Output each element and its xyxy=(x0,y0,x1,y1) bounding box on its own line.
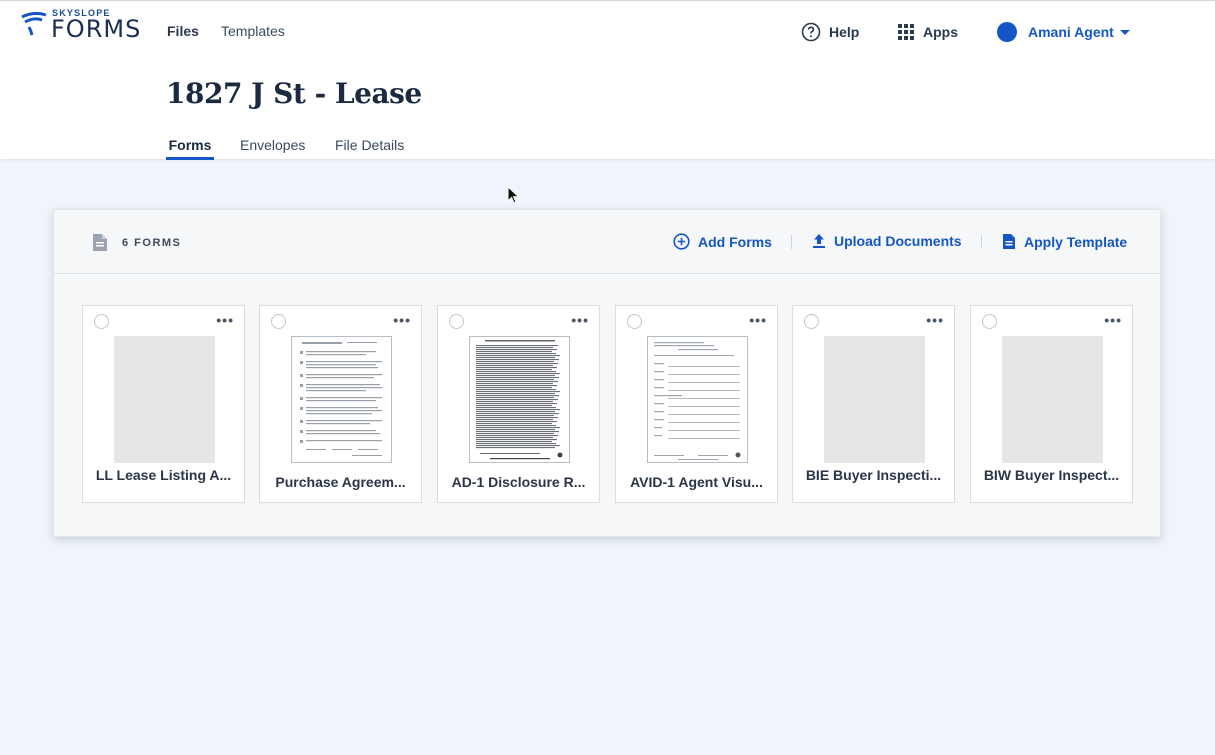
checkbox-icon[interactable] xyxy=(982,314,997,329)
apply-template-button[interactable]: Apply Template xyxy=(1002,233,1127,250)
dropdown-caret-icon xyxy=(1119,29,1130,35)
form-card[interactable]: ••• BIW Buyer Inspect... xyxy=(970,305,1133,503)
help-icon xyxy=(801,22,821,42)
form-thumbnail xyxy=(291,336,392,463)
forms-panel-header: 6 FORMS Add Forms Upload Documents Apply… xyxy=(54,210,1160,274)
checkbox-icon[interactable] xyxy=(94,314,109,329)
form-name: LL Lease Listing A... xyxy=(95,467,232,483)
form-thumbnail xyxy=(469,336,570,463)
form-card[interactable]: ••• AD-1 Disclosure R... xyxy=(437,305,600,503)
form-card[interactable]: ••• Purchase Agreem... xyxy=(259,305,422,503)
apps-grid-icon xyxy=(897,23,915,41)
forms-count-label: 6 FORMS xyxy=(122,236,182,249)
document-icon xyxy=(93,234,107,251)
help-label: Help xyxy=(829,24,860,40)
forms-count: 6 FORMS xyxy=(92,233,181,252)
add-forms-button[interactable]: Add Forms xyxy=(673,233,772,250)
more-icon[interactable]: ••• xyxy=(216,312,234,328)
nav-templates[interactable]: Templates xyxy=(221,23,285,39)
user-name: Amani Agent xyxy=(1028,24,1114,40)
checkbox-icon[interactable] xyxy=(804,314,819,329)
more-icon[interactable]: ••• xyxy=(926,312,944,328)
logo-icon xyxy=(21,11,47,36)
form-name: AD-1 Disclosure R... xyxy=(451,474,586,490)
form-name: BIE Buyer Inspecti... xyxy=(805,467,942,483)
form-card[interactable]: ••• BIE Buyer Inspecti... xyxy=(792,305,955,503)
template-icon xyxy=(1003,234,1015,249)
more-icon[interactable]: ••• xyxy=(571,312,589,328)
forms-panel: 6 FORMS Add Forms Upload Documents Apply… xyxy=(53,209,1161,537)
skyslope-forms-logo[interactable]: SKYSLOPE FORMS xyxy=(20,8,140,44)
add-forms-label: Add Forms xyxy=(698,233,772,250)
checkbox-icon[interactable] xyxy=(449,314,464,329)
more-icon[interactable]: ••• xyxy=(749,312,767,328)
form-thumbnail xyxy=(114,336,215,463)
form-thumbnail xyxy=(824,336,925,463)
more-icon[interactable]: ••• xyxy=(393,312,411,328)
tab-forms[interactable]: Forms xyxy=(166,137,214,160)
upload-documents-label: Upload Documents xyxy=(834,233,962,249)
user-menu[interactable]: Amani Agent xyxy=(997,21,1130,43)
nav-files[interactable]: Files xyxy=(167,23,199,39)
apps-label: Apps xyxy=(923,24,958,40)
divider xyxy=(791,235,792,249)
upload-icon xyxy=(813,234,825,248)
tab-file-details[interactable]: File Details xyxy=(335,137,404,160)
more-icon[interactable]: ••• xyxy=(1104,312,1122,328)
page-title: 1827 J St - Lease xyxy=(166,77,422,110)
checkbox-icon[interactable] xyxy=(627,314,642,329)
form-card[interactable]: ••• AVID-1 Agent Visu... xyxy=(615,305,778,503)
avatar xyxy=(997,22,1017,42)
form-name: AVID-1 Agent Visu... xyxy=(630,474,763,490)
form-thumbnail xyxy=(647,336,748,463)
tab-envelopes[interactable]: Envelopes xyxy=(240,137,305,160)
form-card[interactable]: ••• LL Lease Listing A... xyxy=(82,305,245,503)
divider xyxy=(981,235,982,249)
apply-template-label: Apply Template xyxy=(1024,233,1128,250)
upload-documents-button[interactable]: Upload Documents xyxy=(812,233,962,249)
help-button[interactable]: Help xyxy=(801,21,859,43)
top-header: SKYSLOPE FORMS Files Templates Help Apps… xyxy=(0,0,1215,160)
add-circle-icon xyxy=(673,233,690,250)
form-name: BIW Buyer Inspect... xyxy=(983,467,1120,483)
mouse-cursor-icon xyxy=(507,186,520,204)
form-thumbnail xyxy=(1002,336,1103,463)
brand-big-text: FORMS xyxy=(51,15,142,43)
apps-button[interactable]: Apps xyxy=(897,21,958,43)
checkbox-icon[interactable] xyxy=(271,314,286,329)
form-name: Purchase Agreem... xyxy=(275,474,406,490)
